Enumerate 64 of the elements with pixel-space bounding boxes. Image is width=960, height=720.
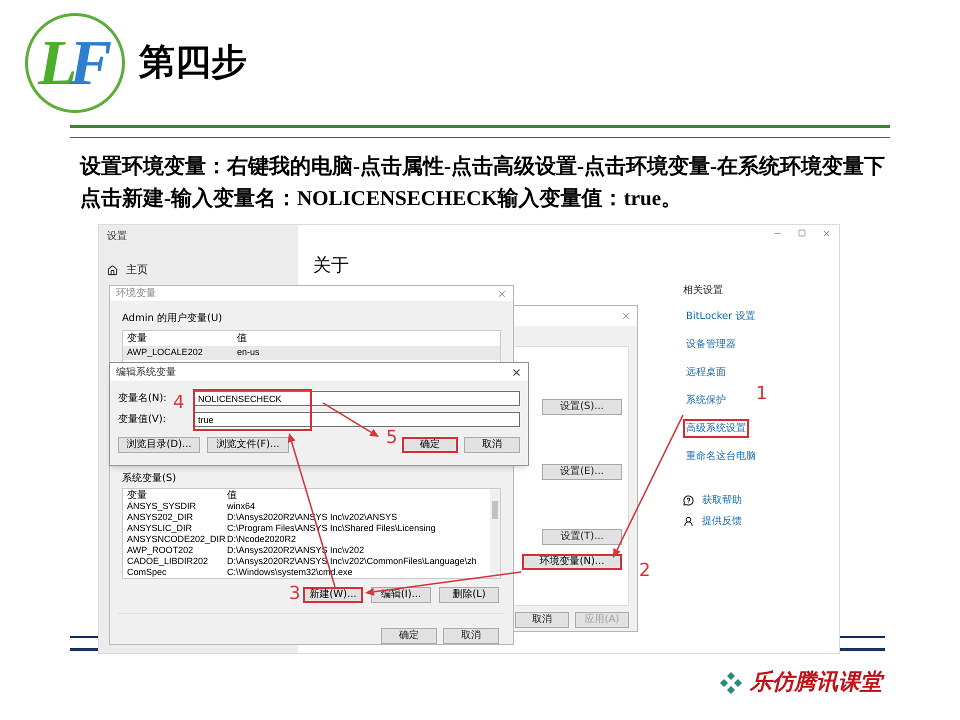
settings-link[interactable]: 设备管理器	[683, 335, 739, 354]
table-cell-text: CADOE_LIBDIR202	[127, 556, 210, 568]
page-title: 关于	[313, 254, 350, 278]
window-title: 环境变量	[116, 286, 156, 301]
input-field[interactable]: NOLICENSECHECK	[194, 391, 520, 406]
dialog-button[interactable]: 取消	[515, 612, 569, 628]
home-icon	[107, 264, 118, 276]
dialog-button[interactable]: 浏览文件(F)...	[207, 437, 289, 453]
table-cell: winx64	[227, 501, 256, 512]
table-cell-text: AWP_LOCALE202	[127, 346, 204, 359]
nav-item[interactable]: 主页	[107, 262, 290, 278]
column-header: 值	[237, 332, 247, 346]
step-number: 5	[386, 429, 398, 447]
field-label: 变量值(V):	[118, 412, 168, 427]
instruction-text: 设置环境变量：右键我的电脑-点击属性-点击高级设置-点击环境变量-在系统环境变量下点击新建-输入变量名：NOLICENSECHECK输入变量值：true。	[80, 153, 886, 212]
step-number: 1	[756, 385, 768, 403]
dialog-button[interactable]: 取消	[464, 437, 520, 453]
step-number: 2	[639, 562, 650, 580]
dialog-button[interactable]: 设置(S)...	[542, 399, 622, 415]
window-title: 设置	[107, 230, 128, 244]
column-header: 变量	[127, 490, 148, 502]
section-heading: 相关设置	[683, 284, 724, 298]
settings-link[interactable]: 系统保护	[683, 391, 729, 410]
close-icon[interactable]	[511, 366, 522, 378]
settings-link[interactable]: 提供反馈	[702, 514, 742, 529]
dialog-button[interactable]: 删除(L)	[439, 587, 499, 604]
table-cell-text: ANSYS202_DIR	[127, 512, 194, 524]
step-number: 4	[173, 394, 184, 412]
scrollbar[interactable]	[490, 489, 500, 578]
column-header: 值	[227, 490, 237, 502]
table-cell-text: ANSYSLIC_DIR	[127, 523, 194, 534]
settings-link[interactable]: 远程桌面	[683, 363, 729, 382]
step-number: 3	[289, 585, 300, 603]
dialog-button[interactable]: 设置(E)...	[542, 464, 622, 480]
dialog-button[interactable]: 新建(W)...	[303, 587, 363, 604]
maximize-icon[interactable]	[798, 229, 806, 237]
settings-link[interactable]: 高级系统设置	[683, 419, 749, 438]
settings-link[interactable]: BitLocker 设置	[683, 307, 758, 326]
table-cell-text: AWP_ROOT202	[127, 545, 194, 556]
dialog-button[interactable]: 确定	[402, 437, 458, 453]
dialog-button[interactable]: 确定	[381, 628, 437, 644]
table-cell: D:\Ansys2020R2\ANSYS Inc\v202\CommonFiles\Language\zh	[227, 556, 477, 568]
section-label: 系统变量(S)	[122, 472, 178, 486]
dialog-button[interactable]: 浏览目录(D)...	[118, 437, 200, 453]
dialog-button[interactable]: 设置(T)...	[542, 529, 622, 545]
table-cell: D:\Ncode2020R2	[227, 534, 296, 546]
diamond-cluster-icon	[720, 672, 742, 694]
table-cell-text: ANSYS_SYSDIR	[127, 501, 198, 512]
settings-link[interactable]: 获取帮助	[702, 493, 742, 508]
field-label: 变量名(N):	[118, 392, 168, 406]
input-field[interactable]: true	[194, 412, 520, 427]
settings-link[interactable]: 重命名这台电脑	[683, 447, 759, 466]
section-label: Admin 的用户变量(U)	[122, 312, 224, 326]
dialog-button[interactable]: 取消	[443, 628, 499, 644]
dialog-button[interactable]: 环境变量(N)...	[522, 554, 622, 570]
column-header: 变量	[127, 332, 148, 346]
help-icon	[683, 495, 694, 506]
table-cell-text: ComSpec	[127, 567, 168, 578]
table-cell-text: en-us	[237, 346, 260, 359]
table-row[interactable]: AWP_LOCALE202 en-us	[123, 346, 500, 360]
window-title: 编辑系统变量	[116, 366, 176, 380]
person-icon	[683, 516, 694, 527]
slide-title: 第四步	[139, 40, 247, 84]
table-cell: ANSYSNCODE202_DIR	[127, 534, 227, 546]
